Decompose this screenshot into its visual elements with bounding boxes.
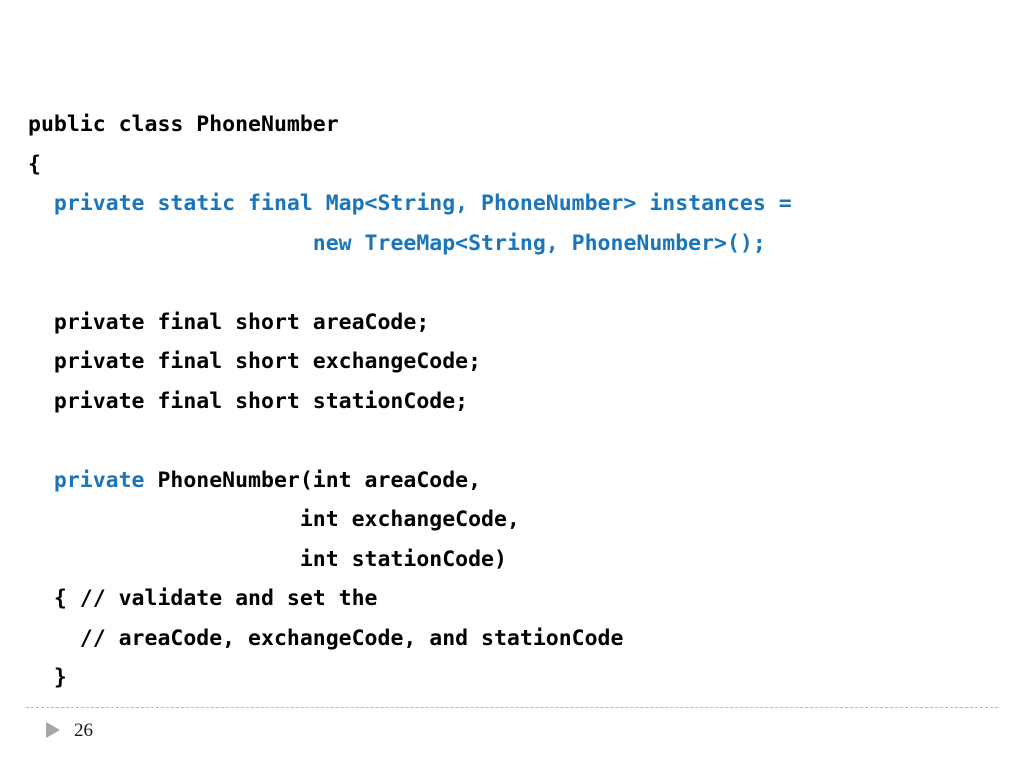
- code-text: private final short exchangeCode;: [53, 349, 482, 374]
- slide-number: 26: [74, 719, 93, 741]
- triangle-right-icon: [46, 722, 60, 738]
- code-text: {: [28, 151, 41, 177]
- code-line: int stationCode): [28, 540, 998, 580]
- code-line: new TreeMap<String, PhoneNumber>();: [28, 224, 998, 264]
- code-text: PhoneNumber(int areaCode,: [144, 467, 482, 493]
- code-line: // areaCode, exchangeCode, and stationCo…: [28, 619, 998, 659]
- code-line: { // validate and set the: [28, 579, 998, 619]
- slide-footer: 26: [26, 716, 93, 744]
- code-text: // areaCode, exchangeCode, and stationCo…: [79, 625, 624, 651]
- code-text: private final short areaCode;: [53, 309, 430, 335]
- footer-divider: [26, 707, 998, 708]
- code-keyword: private static final Map<String, PhoneNu…: [53, 191, 792, 216]
- code-line: private static final Map<String, PhoneNu…: [28, 184, 998, 224]
- code-text: private final short stationCode;: [53, 388, 469, 414]
- code-line: public class PhoneNumber: [28, 105, 998, 145]
- code-line: private final short stationCode;: [28, 382, 998, 422]
- slide-canvas: public class PhoneNumber { private static…: [0, 0, 1024, 768]
- code-keyword: new TreeMap<String, PhoneNumber>();: [312, 230, 766, 256]
- code-keyword: private: [53, 467, 145, 493]
- code-line: private PhoneNumber(int areaCode,: [28, 461, 998, 501]
- code-text: int stationCode): [299, 546, 507, 572]
- code-text: { // validate and set the: [53, 586, 378, 611]
- code-line: private final short areaCode;: [28, 303, 998, 343]
- code-text: }: [53, 665, 67, 690]
- code-line: int exchangeCode,: [28, 500, 998, 540]
- code-text: int exchangeCode,: [299, 507, 520, 532]
- code-line: }: [28, 658, 998, 698]
- code-text: public class PhoneNumber: [28, 112, 339, 137]
- code-line: {: [28, 145, 998, 185]
- code-listing: public class PhoneNumber { private static…: [28, 105, 998, 698]
- code-line: private final short exchangeCode;: [28, 342, 998, 382]
